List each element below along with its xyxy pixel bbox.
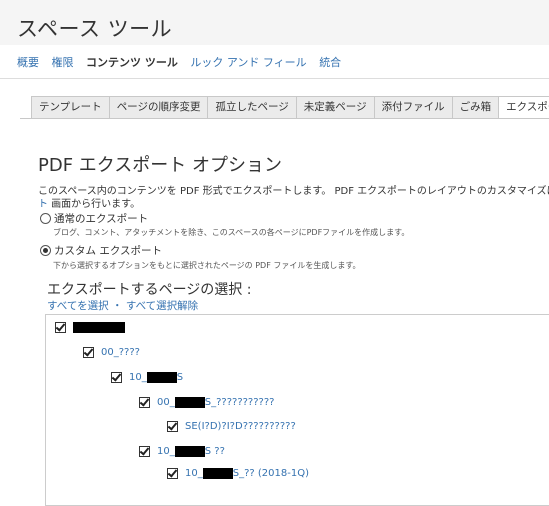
nav-permissions[interactable]: 権限 <box>52 56 74 69</box>
page-checkbox[interactable] <box>167 421 178 432</box>
tree-node-label-suffix[interactable]: S_?? (2018-1Q) <box>233 468 309 479</box>
tree-node[interactable]: 00_ S_??????????? <box>139 397 274 408</box>
tree-node-label[interactable]: 10_ <box>185 468 203 479</box>
tree-node-label-suffix[interactable]: S_??????????? <box>205 397 275 408</box>
page-tree: 00_???? 10_ S 00_ S_??????????? SE(I?D)?I?… <box>45 314 549 506</box>
redacted-text <box>146 372 177 383</box>
page-checkbox[interactable] <box>111 372 122 383</box>
space-tools-nav: 概要 権限 コンテンツ ツール ルック アンド フィール 統合 <box>17 54 350 70</box>
redacted-text <box>202 468 233 479</box>
tree-node[interactable]: SE(I?D)?I?D?????????? <box>167 421 296 432</box>
page-selection-title: エクスポートするページの選択 : <box>47 282 252 298</box>
custom-export-label: カスタム エクスポート <box>54 245 163 257</box>
selection-links: すべてを選択 ・ すべて選択解除 <box>47 298 198 313</box>
normal-export-desc: ブログ、コメント、アタッチメントを除き、このスペースの各ページにPDFファイルを… <box>53 228 410 237</box>
tree-node[interactable]: 00_???? <box>83 347 140 358</box>
nav-overview[interactable]: 概要 <box>17 56 39 69</box>
redacted-text <box>174 446 205 457</box>
deselect-all-link[interactable]: すべて選択解除 <box>126 300 198 312</box>
nav-integrations[interactable]: 統合 <box>319 56 341 69</box>
redacted-text <box>73 322 125 333</box>
nav-look-and-feel[interactable]: ルック アンド フィール <box>190 56 306 69</box>
tab-attachments[interactable]: 添付ファイル <box>373 96 452 119</box>
select-all-link[interactable]: すべてを選択 <box>47 300 109 312</box>
tree-node[interactable]: 10_ S_?? (2018-1Q) <box>167 468 309 479</box>
tree-node-label[interactable]: 00_ <box>157 397 175 408</box>
tree-node[interactable] <box>55 322 125 333</box>
nav-content-tools[interactable]: コンテンツ ツール <box>86 56 178 69</box>
tab-orphaned-pages[interactable]: 孤立したページ <box>207 96 296 119</box>
pdf-layout-link[interactable]: ト <box>38 199 48 210</box>
page-checkbox[interactable] <box>139 446 150 457</box>
tab-reorder-pages[interactable]: ページの順序変更 <box>108 96 208 119</box>
normal-export-radio[interactable] <box>40 213 51 224</box>
tab-undefined-pages[interactable]: 未定義ページ <box>295 96 374 119</box>
page-checkbox[interactable] <box>167 468 178 479</box>
custom-export-desc: 下から選択するオプションをもとに選択されたページの PDF ファイルを生成します… <box>53 261 361 270</box>
tree-node-label[interactable]: 10_ <box>157 446 175 457</box>
tab-templates[interactable]: テンプレート <box>31 96 109 119</box>
redacted-text <box>174 397 205 408</box>
tree-node[interactable]: 10_ S ?? <box>139 446 225 457</box>
app-header: スペース ツール <box>0 0 549 45</box>
tab-trash[interactable]: ごみ箱 <box>451 96 499 119</box>
tree-node-label[interactable]: SE(I?D)?I?D?????????? <box>185 421 296 432</box>
link-separator: ・ <box>111 300 123 312</box>
tree-node-label[interactable]: 10_ <box>129 372 147 383</box>
custom-export-radio[interactable] <box>40 245 51 256</box>
page-checkbox[interactable] <box>55 322 66 333</box>
normal-export-label: 通常のエクスポート <box>54 213 149 225</box>
option-normal-export[interactable]: 通常のエクスポート <box>40 211 148 226</box>
nav-divider <box>0 78 549 79</box>
tab-divider <box>20 118 549 119</box>
app-title: スペース ツール <box>17 17 173 41</box>
page-checkbox[interactable] <box>139 397 150 408</box>
tree-node-label[interactable]: 00_???? <box>101 347 140 358</box>
tree-node-label-suffix[interactable]: S <box>177 372 183 383</box>
description-rest: 画面から行います。 <box>48 199 141 210</box>
page-checkbox[interactable] <box>83 347 94 358</box>
tree-node-label-suffix[interactable]: S ?? <box>205 446 225 457</box>
tree-node[interactable]: 10_ S <box>111 372 183 383</box>
content-tabs: テンプレート ページの順序変更 孤立したページ 未定義ページ 添付ファイル ごみ… <box>31 96 549 119</box>
option-custom-export[interactable]: カスタム エクスポート <box>40 243 162 258</box>
tab-export[interactable]: エクスポート <box>498 96 549 119</box>
page-title: PDF エクスポート オプション <box>38 155 282 176</box>
export-description-cont: ト 画面から行います。 <box>38 195 140 210</box>
